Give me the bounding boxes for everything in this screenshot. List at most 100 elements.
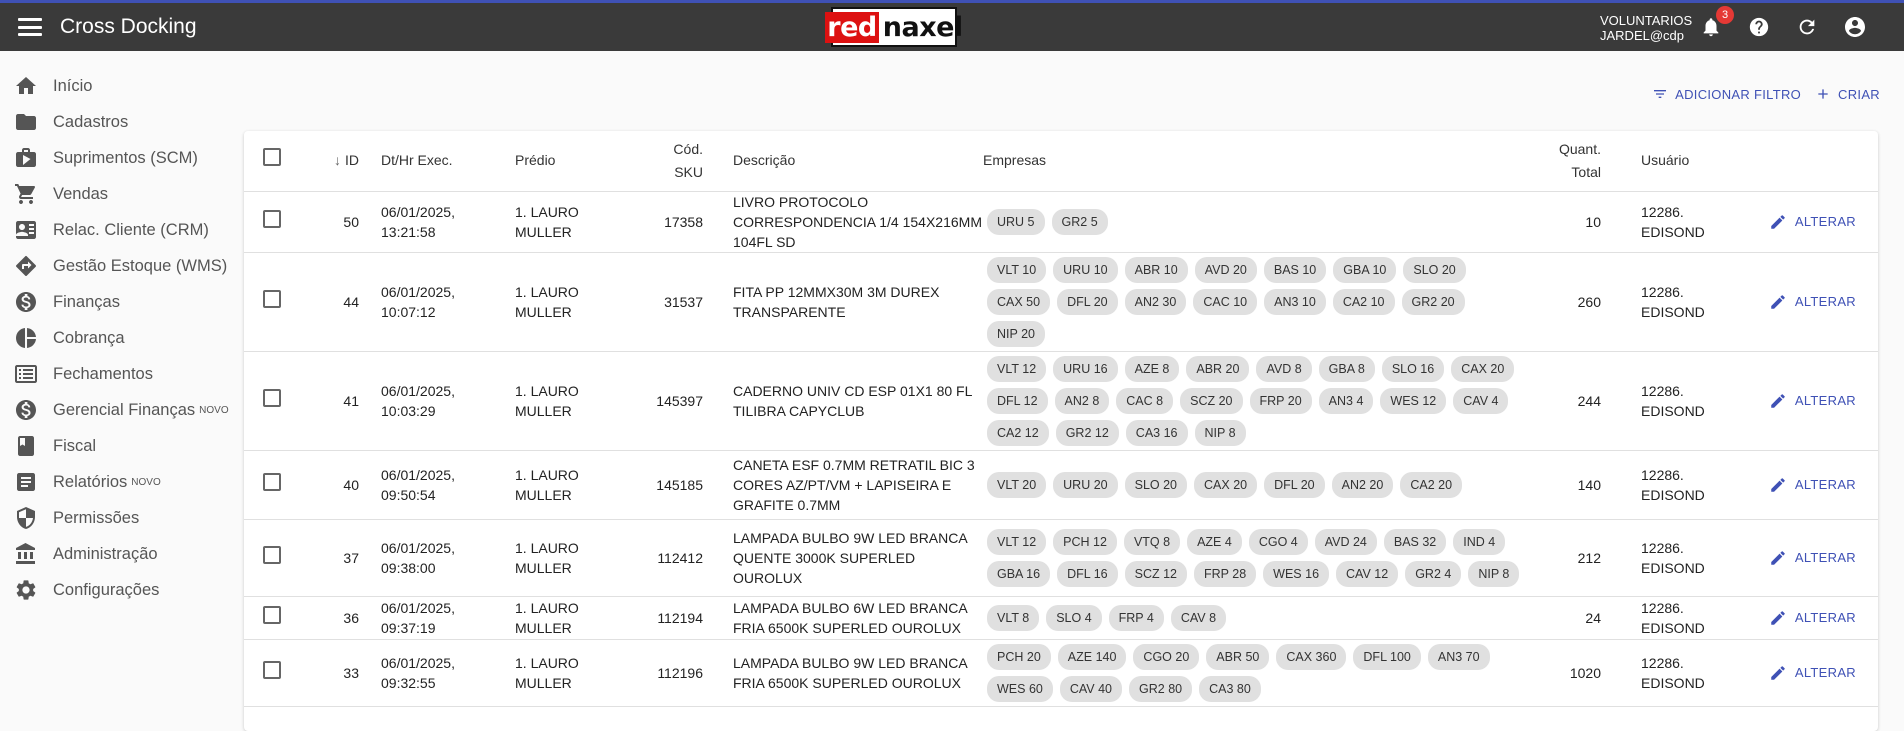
column-header-quant[interactable]: Quant. Total [1538, 131, 1601, 192]
empresa-chip: DFL 12 [987, 387, 1048, 414]
cell-predio: 1. LAURO MULLER [515, 351, 625, 451]
column-header-predio[interactable]: Prédio [515, 131, 625, 192]
column-header-dt[interactable]: Dt/Hr Exec. [381, 131, 515, 192]
empresa-chip: CGO 4 [1248, 528, 1308, 555]
sidebar-item-gerencial-financas[interactable]: Gerencial Finanças NOVO [0, 392, 240, 428]
table-row[interactable]: 33 06/01/2025, 09:32:55 1. LAURO MULLER 11… [244, 639, 1878, 707]
empresa-chip: VTQ 8 [1123, 528, 1181, 555]
column-header-sku[interactable]: Cód. SKU [625, 131, 703, 192]
new-badge: NOVO [131, 476, 161, 488]
edit-button[interactable]: ALTERAR [1721, 663, 1856, 683]
empresa-chip: GR2 5 [1051, 208, 1108, 235]
cell-usuario: 12286. EDISOND [1601, 639, 1721, 707]
sidebar-item-permissoes[interactable]: Permissões [0, 500, 240, 536]
edit-button[interactable]: ALTERAR [1721, 548, 1856, 568]
edit-button[interactable]: ALTERAR [1721, 292, 1856, 312]
empresa-chip: CA2 12 [987, 419, 1049, 446]
sidebar-item-label: Suprimentos (SCM) [53, 148, 198, 167]
sidebar-item-label: Gerencial Finanças [53, 400, 196, 419]
create-button[interactable]: CRIAR [1815, 86, 1880, 102]
edit-button[interactable]: ALTERAR [1721, 212, 1856, 232]
empresa-chip: AN2 30 [1124, 288, 1187, 315]
empresa-chip: GBA 8 [1318, 355, 1375, 382]
empresa-chip: DFL 100 [1353, 643, 1421, 670]
directions-icon [16, 255, 37, 276]
empresa-chip: NIP 8 [1194, 419, 1246, 446]
bank-icon [16, 543, 35, 564]
sidebar-item-cadastros[interactable]: Cadastros [0, 104, 240, 140]
table-row[interactable]: 37 06/01/2025, 09:38:00 1. LAURO MULLER 11… [244, 519, 1878, 597]
empresa-chip: WES 12 [1380, 387, 1447, 414]
table-row[interactable]: 36 06/01/2025, 09:37:19 1. LAURO MULLER 11… [244, 596, 1878, 640]
row-checkbox[interactable] [263, 606, 281, 624]
edit-button[interactable]: ALTERAR [1721, 391, 1856, 411]
sidebar-item-inicio[interactable]: Início [0, 68, 240, 104]
empresa-chip: URU 20 [1053, 471, 1118, 498]
empresa-chip: URU 16 [1053, 355, 1118, 382]
empresa-chip: SLO 20 [1124, 471, 1188, 498]
row-checkbox[interactable] [263, 546, 281, 564]
row-checkbox[interactable] [263, 473, 281, 491]
cell-empresas: VLT 8 SLO 4 FRP 4 CAV 8 [983, 596, 1538, 640]
sidebar-item-fechamentos[interactable]: Fechamentos [0, 356, 240, 392]
refresh-button[interactable] [1794, 14, 1820, 40]
empresa-chip: FRP 28 [1194, 560, 1257, 587]
sidebar-item-cobranca[interactable]: Cobrança [0, 320, 240, 356]
sidebar-item-suprimentos-scm[interactable]: Suprimentos (SCM) [0, 140, 240, 176]
menu-icon[interactable] [18, 18, 42, 36]
empresa-chip: IND 4 [1453, 528, 1506, 555]
column-header-usuario[interactable]: Usuário [1601, 131, 1721, 192]
empresa-chip: GBA 10 [1333, 256, 1397, 283]
empresa-chip: SCZ 12 [1124, 560, 1188, 587]
sidebar-item-label: Permissões [53, 508, 140, 527]
edit-button[interactable]: ALTERAR [1721, 608, 1856, 628]
cell-usuario: 12286. EDISOND [1601, 351, 1721, 451]
row-checkbox[interactable] [263, 389, 281, 407]
rednaxel-logo: red naxel [825, 7, 963, 47]
notifications-button[interactable]: 3 [1698, 6, 1734, 40]
sidebar-item-relatorios[interactable]: Relatórios NOVO [0, 464, 240, 500]
sidebar-item-administracao[interactable]: Administração [0, 536, 240, 572]
cross-docking-table: ↓ ID Dt/Hr Exec. Prédio Cód. SKU Descrição… [244, 131, 1878, 731]
account-circle-icon [1845, 17, 1865, 37]
sidebar-item-relac-cliente-crm[interactable]: Relac. Cliente (CRM) [0, 212, 240, 248]
empresa-chip: AVD 24 [1314, 528, 1377, 555]
empresa-chip: CAV 12 [1336, 560, 1399, 587]
sidebar-item-label: Relac. Cliente (CRM) [53, 220, 209, 239]
table-row[interactable]: 41 06/01/2025, 10:03:29 1. LAURO MULLER 14… [244, 351, 1878, 451]
cell-dt: 06/01/2025, 09:32:55 [381, 639, 515, 707]
sidebar-item-fiscal[interactable]: Fiscal [0, 428, 240, 464]
cell-predio: 1. LAURO MULLER [515, 450, 625, 520]
cell-empresas: VLT 10 URU 10 ABR 10 AVD 20 BAS 10 GBA 10 SLO … [983, 252, 1538, 352]
column-header-descricao[interactable]: Descrição [703, 131, 983, 192]
cell-dt: 06/01/2025, 09:37:19 [381, 596, 515, 640]
edit-button[interactable]: ALTERAR [1721, 475, 1856, 495]
table-row[interactable]: 50 06/01/2025, 13:21:58 1. LAURO MULLER 17… [244, 191, 1878, 253]
edit-label: ALTERAR [1794, 392, 1856, 408]
help-button[interactable] [1746, 14, 1772, 40]
cell-predio: 1. LAURO MULLER [515, 596, 625, 640]
account-button[interactable] [1842, 14, 1868, 40]
empresa-chip: VLT 8 [987, 604, 1040, 631]
sidebar-item-gestao-estoque-wms[interactable]: Gestão Estoque (WMS) [0, 248, 240, 284]
cell-predio: 1. LAURO MULLER [515, 519, 625, 597]
cell-sku: 31537 [625, 252, 703, 352]
sidebar-item-configuracoes[interactable]: Configurações [0, 572, 240, 608]
select-all-checkbox[interactable] [263, 148, 281, 167]
add-filter-button[interactable]: ADICIONAR FILTRO [1652, 86, 1801, 102]
empresa-chip: AN3 10 [1264, 288, 1326, 315]
sidebar-item-vendas[interactable]: Vendas [0, 176, 240, 212]
row-checkbox[interactable] [263, 290, 281, 308]
cell-id: 41 [314, 351, 381, 451]
cell-dt: 06/01/2025, 09:38:00 [381, 519, 515, 597]
table-row[interactable]: 44 06/01/2025, 10:07:12 1. LAURO MULLER 31… [244, 252, 1878, 352]
sidebar-item-financas[interactable]: Finanças [0, 284, 240, 320]
table-row[interactable]: 40 06/01/2025, 09:50:54 1. LAURO MULLER 14… [244, 450, 1878, 520]
empresa-chip: SLO 20 [1403, 256, 1466, 283]
row-checkbox[interactable] [263, 661, 281, 679]
column-header-id[interactable]: ↓ ID [314, 131, 381, 192]
empresa-chip: AVD 8 [1256, 355, 1312, 382]
row-checkbox[interactable] [263, 210, 281, 228]
cell-dt: 06/01/2025, 10:07:12 [381, 252, 515, 352]
empresa-chip: WES 16 [1263, 560, 1330, 587]
